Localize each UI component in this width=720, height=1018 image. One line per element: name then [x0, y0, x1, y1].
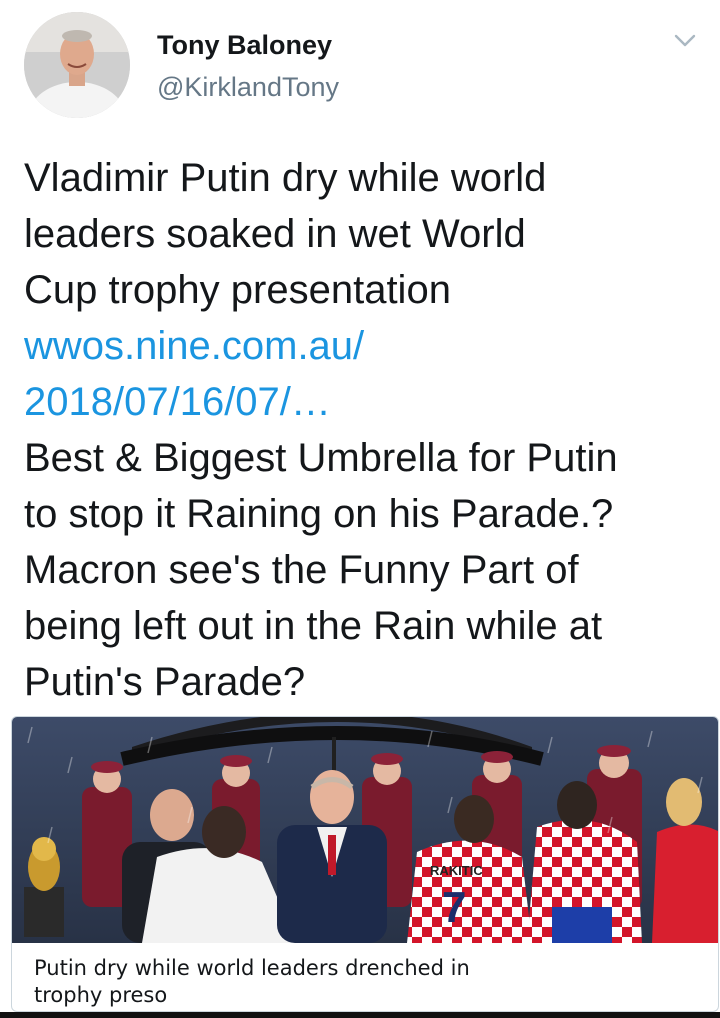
- tweet-line: to stop it Raining on his Parade.?: [24, 492, 614, 536]
- card-image: RAKITIC 7: [12, 717, 718, 943]
- tweet-link[interactable]: 2018/07/16/07/…: [24, 374, 704, 430]
- jersey-name: RAKITIC: [430, 863, 483, 878]
- tweet-line: leaders soaked in wet World: [24, 212, 526, 256]
- profile-photo: [24, 12, 130, 118]
- tweet-line: Cup trophy presentation: [24, 268, 451, 312]
- card-title[interactable]: Putin dry while world leaders drenched i…: [34, 955, 694, 1009]
- tweet-line: Best & Biggest Umbrella for Putin: [24, 436, 618, 480]
- author-handle[interactable]: @KirklandTony: [157, 72, 339, 103]
- card-title-line: Putin dry while world leaders drenched i…: [34, 956, 470, 980]
- tweet-line: Putin's Parade?: [24, 660, 306, 704]
- tweet-line: Vladimir Putin dry while world: [24, 156, 547, 200]
- tweet-line: being left out in the Rain while at: [24, 604, 603, 648]
- link-card[interactable]: RAKITIC 7 Putin dry while world leaders …: [11, 716, 719, 1012]
- tweet-text: Vladimir Putin dry while world leaders s…: [24, 150, 704, 710]
- card-title-line: trophy preso: [34, 983, 168, 1007]
- chevron-down-icon[interactable]: [668, 28, 702, 54]
- tweet-link[interactable]: wwos.nine.com.au/: [24, 318, 704, 374]
- jersey-number: 7: [442, 883, 466, 932]
- tweet-line: Macron see's the Funny Part of: [24, 548, 579, 592]
- author-name[interactable]: Tony Baloney: [157, 30, 332, 61]
- author-avatar[interactable]: [24, 12, 130, 118]
- bottom-divider: [0, 1012, 720, 1018]
